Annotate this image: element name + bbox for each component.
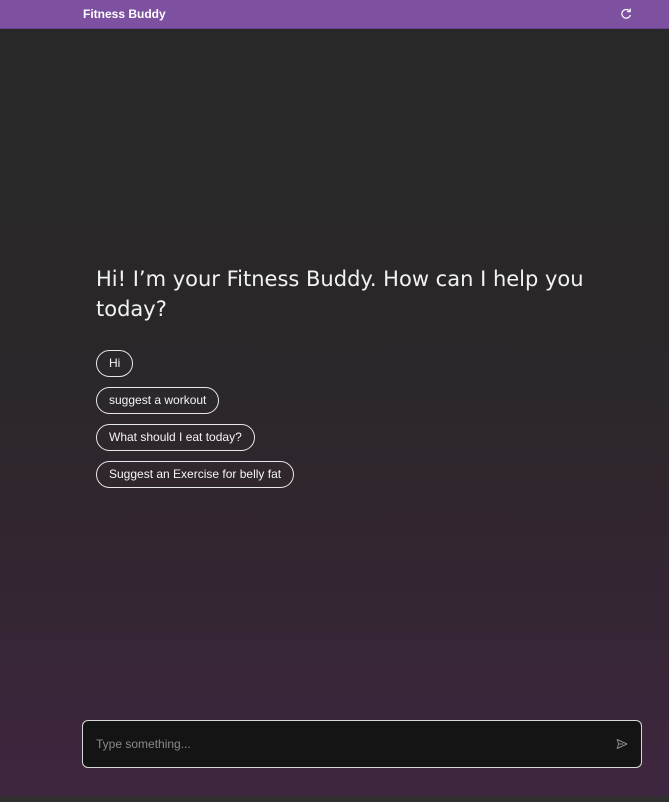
message-input[interactable]: [96, 734, 596, 754]
suggestion-chip-belly-fat-exercise[interactable]: Suggest an Exercise for belly fat: [96, 461, 295, 488]
suggestion-chip-suggest-workout[interactable]: suggest a workout: [96, 387, 220, 414]
greeting-message: Hi! I’m your Fitness Buddy. How can I he…: [96, 267, 584, 321]
chat-area: Hi! I’m your Fitness Buddy. How can I he…: [0, 30, 669, 796]
send-icon: [616, 739, 628, 749]
refresh-button[interactable]: [617, 5, 635, 23]
send-button[interactable]: [613, 735, 631, 753]
suggestion-chip-hi[interactable]: Hi: [96, 350, 134, 377]
suggestion-list: Hi suggest a workout What should I eat t…: [96, 350, 295, 488]
refresh-icon: [621, 8, 631, 19]
header-bar: Fitness Buddy: [0, 0, 669, 29]
message-composer: [82, 720, 642, 768]
suggestion-chip-what-to-eat[interactable]: What should I eat today?: [96, 424, 255, 451]
app-window: Fitness Buddy Hi! I’m your Fitness Buddy…: [0, 0, 669, 802]
app-title: Fitness Buddy: [83, 7, 166, 21]
bottom-strip: [0, 796, 669, 802]
